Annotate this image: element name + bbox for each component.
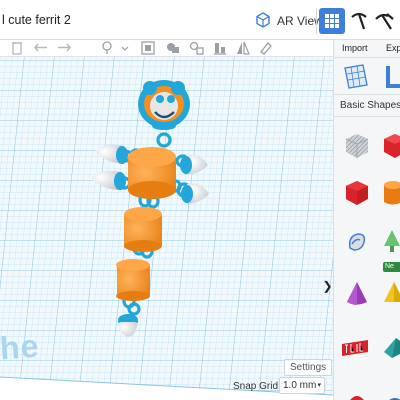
- shape-scribble[interactable]: [342, 226, 372, 258]
- panel-divider: [334, 116, 400, 117]
- ferret-mid-body: [124, 207, 162, 252]
- shape-box[interactable]: [382, 130, 400, 162]
- shape-cube-red[interactable]: [342, 177, 372, 209]
- top-separator: [316, 8, 317, 34]
- shape-cylinder[interactable]: [382, 177, 400, 209]
- pickaxe-icon[interactable]: [348, 10, 370, 32]
- panel-divider: [334, 57, 400, 58]
- shapes-panel: Import Expo Basic Shapes: [333, 40, 400, 400]
- edit-toolbar: [0, 40, 333, 57]
- snap-grid-select[interactable]: 1.0 mm ▾: [279, 377, 325, 394]
- design-title[interactable]: l cute ferrit 2: [2, 13, 71, 27]
- shape-tree[interactable]: [382, 226, 400, 258]
- hammer-pick-icon[interactable]: [373, 10, 395, 32]
- group-icon[interactable]: [165, 40, 181, 56]
- panel-divider: [334, 94, 400, 95]
- export-button[interactable]: Expo: [386, 40, 400, 57]
- collapse-panel-chevron-icon[interactable]: ❯: [322, 278, 333, 294]
- shape-box-hole[interactable]: [342, 130, 372, 162]
- shape-category-label[interactable]: Basic Shapes: [340, 100, 400, 111]
- dropdown-caret-icon[interactable]: [120, 40, 136, 56]
- ferret-upper-body: [128, 147, 176, 199]
- settings-button[interactable]: Settings: [284, 359, 333, 376]
- align-icon[interactable]: [212, 40, 228, 56]
- show-all-icon[interactable]: [140, 40, 156, 56]
- cruise-icon[interactable]: [258, 40, 274, 56]
- ruler-tool-icon[interactable]: [382, 60, 400, 92]
- shape-cone-purple[interactable]: [342, 278, 372, 310]
- new-badge: Ne: [383, 262, 400, 272]
- snap-grid-value: 1.0 mm: [283, 380, 317, 391]
- import-button[interactable]: Import: [342, 40, 368, 57]
- workplane-canvas[interactable]: [0, 57, 333, 400]
- shape-text[interactable]: [340, 330, 370, 362]
- shape-partial[interactable]: [382, 383, 400, 400]
- ar-cube-icon: [255, 11, 271, 31]
- delete-icon[interactable]: [9, 40, 25, 56]
- snap-grid-label: Snap Grid: [233, 381, 279, 392]
- grid-view-button[interactable]: [319, 8, 345, 34]
- ferret-lower-body: [116, 259, 150, 301]
- workplane[interactable]: he Settings Snap Grid 1.0 mm ▾ ❯: [0, 57, 333, 400]
- redo-icon[interactable]: [56, 40, 72, 56]
- caret-down-icon: ▾: [317, 382, 321, 389]
- shape-roof[interactable]: [382, 330, 400, 362]
- light-bulb-icon[interactable]: [99, 40, 115, 56]
- top-bar: l cute ferrit 2 AR Viewer: [0, 0, 400, 40]
- grid-view-icon: [325, 14, 339, 28]
- workplane-tool-icon[interactable]: [341, 60, 371, 92]
- tinkercad-editor: l cute ferrit 2 AR Viewer he Settings Sn…: [0, 0, 400, 400]
- shape-sphere-partial[interactable]: [342, 383, 372, 400]
- undo-icon[interactable]: [33, 40, 49, 56]
- ungroup-icon[interactable]: [189, 40, 205, 56]
- shape-pyramid[interactable]: [382, 278, 400, 310]
- workplane-watermark: he: [0, 327, 41, 367]
- mirror-icon[interactable]: [235, 40, 251, 56]
